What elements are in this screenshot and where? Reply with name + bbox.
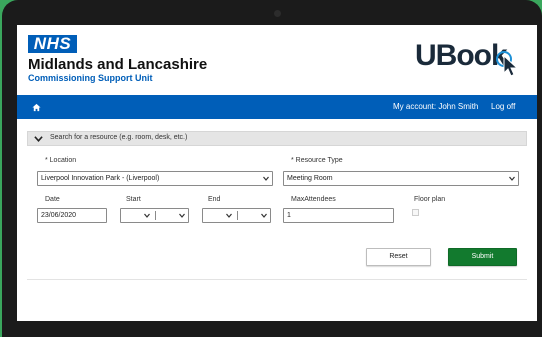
max-attendees-value: 1: [287, 212, 291, 219]
reset-button[interactable]: Reset: [366, 248, 431, 266]
chevron-down-icon: [226, 213, 232, 218]
resource-type-select[interactable]: Meeting Room: [283, 171, 519, 186]
location-select[interactable]: Liverpool Innovation Park - (Liverpool): [37, 171, 273, 186]
max-attendees-label: MaxAttendees: [291, 196, 336, 203]
app-header: NHS Midlands and Lancashire Commissionin…: [17, 25, 537, 95]
floor-plan-checkbox[interactable]: [412, 209, 419, 216]
my-account-link[interactable]: My account: John Smith: [393, 102, 478, 111]
max-attendees-input[interactable]: 1: [283, 208, 394, 223]
end-time-select[interactable]: [202, 208, 271, 223]
floor-plan-label: Floor plan: [414, 196, 446, 203]
resource-type-value: Meeting Room: [287, 175, 333, 182]
end-divider: [237, 211, 238, 220]
chevron-down-icon: [34, 136, 43, 143]
home-icon: [31, 103, 41, 111]
form-divider: [27, 279, 527, 280]
chevron-down-icon: [261, 213, 267, 218]
org-name: Midlands and Lancashire: [28, 56, 208, 73]
org-unit: Commissioning Support Unit: [28, 73, 153, 83]
search-panel-title: Search for a resource (e.g. room, desk, …: [50, 134, 188, 141]
chevron-down-icon: [509, 176, 515, 181]
nhs-logo: NHS: [28, 35, 77, 53]
ubook-logo: UBook: [415, 39, 508, 72]
end-label: End: [208, 196, 221, 203]
location-value: Liverpool Innovation Park - (Liverpool): [41, 175, 160, 182]
location-label: * Location: [45, 157, 77, 164]
cursor-icon: [496, 51, 519, 77]
camera-dot: [274, 10, 281, 17]
top-navbar: My account: John Smith Log off: [17, 95, 537, 119]
chevron-down-icon: [179, 213, 185, 218]
chevron-down-icon: [263, 176, 269, 181]
home-button[interactable]: [24, 95, 48, 119]
log-off-link[interactable]: Log off: [491, 102, 515, 111]
laptop-bezel: NHS Midlands and Lancashire Commissionin…: [2, 0, 542, 337]
date-value: 23/06/2020: [41, 212, 77, 219]
chevron-down-icon: [144, 213, 150, 218]
date-input[interactable]: 23/06/2020: [37, 208, 107, 223]
app-screen: NHS Midlands and Lancashire Commissionin…: [17, 25, 537, 321]
submit-button[interactable]: Submit: [448, 248, 517, 266]
start-divider: [155, 211, 156, 220]
start-label: Start: [126, 196, 141, 203]
start-time-select[interactable]: [120, 208, 189, 223]
resource-type-label: * Resource Type: [291, 157, 343, 164]
date-label: Date: [45, 196, 60, 203]
search-panel-header[interactable]: Search for a resource (e.g. room, desk, …: [27, 131, 527, 146]
